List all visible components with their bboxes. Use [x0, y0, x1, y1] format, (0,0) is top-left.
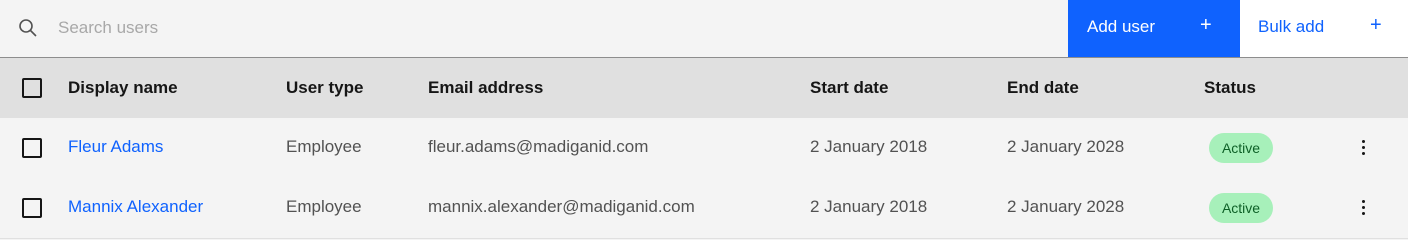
user-type-cell: Employee	[286, 137, 362, 156]
user-name-link[interactable]: Fleur Adams	[68, 137, 163, 157]
add-user-button[interactable]: Add user +	[1068, 0, 1240, 57]
plus-icon: +	[1200, 14, 1212, 36]
table-row: Mannix Alexander Employee mannix.alexand…	[0, 178, 1408, 239]
bulk-add-button[interactable]: Bulk add +	[1240, 0, 1408, 57]
overflow-menu-icon[interactable]	[1354, 136, 1374, 158]
search-icon	[18, 18, 38, 38]
overflow-menu-icon[interactable]	[1354, 196, 1374, 218]
search-bar	[0, 0, 1068, 57]
user-type-cell: Employee	[286, 197, 362, 216]
table-row: Fleur Adams Employee fleur.adams@madigan…	[0, 118, 1408, 179]
end-date-cell: 2 January 2028	[1007, 197, 1125, 216]
plus-icon: +	[1370, 14, 1382, 36]
user-name-link[interactable]: Mannix Alexander	[68, 197, 203, 217]
row-checkbox[interactable]	[22, 138, 42, 158]
start-date-cell: 2 January 2018	[810, 137, 928, 156]
end-date-cell: 2 January 2028	[1007, 137, 1125, 156]
column-header-display-name[interactable]: Display name	[68, 78, 178, 98]
status-badge: Active	[1209, 193, 1273, 223]
table-header: Display name User type Email address Sta…	[0, 58, 1408, 118]
column-header-end-date[interactable]: End date	[1007, 78, 1079, 98]
add-user-label: Add user	[1087, 17, 1156, 36]
column-header-user-type[interactable]: User type	[286, 78, 363, 98]
column-header-status[interactable]: Status	[1204, 78, 1256, 98]
bulk-add-label: Bulk add	[1258, 17, 1325, 36]
column-header-start-date[interactable]: Start date	[810, 78, 888, 98]
row-checkbox[interactable]	[22, 198, 42, 218]
email-cell: mannix.alexander@madiganid.com	[428, 197, 695, 216]
column-header-email[interactable]: Email address	[428, 78, 543, 98]
start-date-cell: 2 January 2018	[810, 197, 928, 216]
select-all-checkbox[interactable]	[22, 78, 42, 98]
email-cell: fleur.adams@madiganid.com	[428, 137, 649, 156]
table-toolbar: Add user + Bulk add +	[0, 0, 1408, 58]
status-badge: Active	[1209, 133, 1273, 163]
search-input[interactable]	[58, 14, 1038, 42]
